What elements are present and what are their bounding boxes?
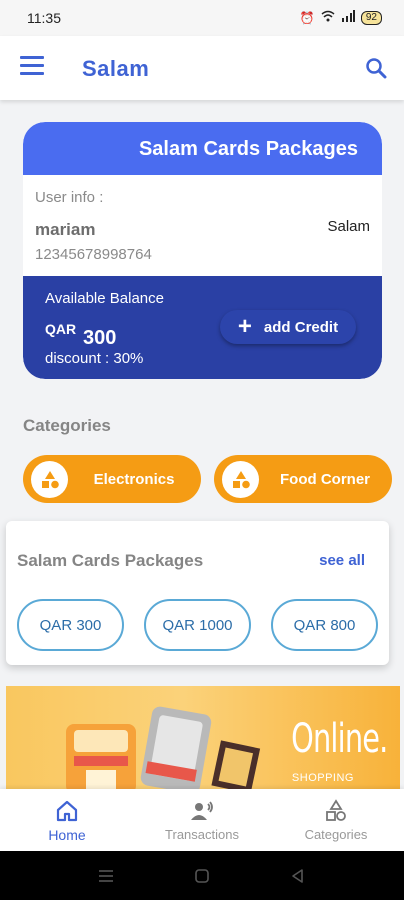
balance-label: Available Balance bbox=[45, 290, 164, 307]
search-icon[interactable] bbox=[364, 56, 388, 80]
nav-transactions-label: Transactions bbox=[165, 827, 239, 842]
status-icons: ⏰ 92 bbox=[300, 10, 382, 25]
battery-icon: 92 bbox=[360, 10, 382, 25]
user-name: mariam bbox=[35, 220, 96, 239]
packages-card: Salam Cards Packages see all QAR 300 QAR… bbox=[6, 521, 389, 665]
category-label: Electronics bbox=[93, 471, 175, 488]
category-food-corner-button[interactable]: Food Corner bbox=[214, 455, 392, 503]
add-credit-button[interactable]: + add Credit bbox=[220, 310, 356, 344]
transactions-icon bbox=[190, 799, 214, 823]
back-icon[interactable] bbox=[289, 867, 307, 885]
signal-icon bbox=[341, 10, 355, 25]
banner-text: Online. bbox=[291, 716, 389, 762]
categories-title: Categories bbox=[23, 416, 111, 435]
bottom-nav: Home Transactions Categories bbox=[0, 789, 404, 851]
category-electronics-button[interactable]: Electronics bbox=[23, 455, 201, 503]
packages-title: Salam Cards Packages bbox=[17, 551, 204, 570]
package-qar-800-button[interactable]: QAR 800 bbox=[271, 599, 378, 651]
categories-icon bbox=[324, 799, 348, 823]
user-phone: 12345678998764 bbox=[35, 246, 152, 263]
nav-categories-label: Categories bbox=[304, 827, 368, 842]
nav-home-label: Home bbox=[48, 827, 86, 843]
card-header-title: Salam Cards Packages bbox=[138, 138, 358, 160]
banner-subtext: SHOPPING bbox=[291, 772, 354, 784]
see-all-link[interactable]: see all bbox=[319, 552, 365, 569]
home-button-icon[interactable] bbox=[193, 867, 211, 885]
system-nav-bar bbox=[0, 851, 404, 900]
category-label: Food Corner bbox=[280, 471, 370, 488]
home-icon bbox=[55, 799, 79, 823]
package-qar-300-button[interactable]: QAR 300 bbox=[17, 599, 124, 651]
status-bar: 11:35 ⏰ 92 bbox=[0, 0, 404, 36]
package-qar-1000-button[interactable]: QAR 1000 bbox=[144, 599, 251, 651]
balance-currency: QAR bbox=[45, 321, 77, 337]
app-title: Salam bbox=[82, 56, 150, 81]
nav-categories[interactable]: Categories bbox=[269, 799, 403, 842]
discount-text: discount : 30% bbox=[45, 350, 144, 367]
card-header: Salam Cards Packages bbox=[23, 122, 382, 175]
store-illustration bbox=[66, 706, 261, 790]
wifi-icon bbox=[321, 10, 335, 25]
add-credit-label: add Credit bbox=[263, 318, 339, 336]
user-tag: Salam bbox=[327, 218, 370, 235]
shapes-icon bbox=[31, 461, 68, 498]
menu-icon[interactable] bbox=[20, 56, 44, 78]
alarm-icon: ⏰ bbox=[299, 10, 315, 25]
balance-amount: 300 bbox=[83, 327, 117, 349]
plus-icon: + bbox=[237, 313, 252, 340]
promo-banner[interactable]: Online. SHOPPING bbox=[6, 686, 400, 790]
nav-home[interactable]: Home bbox=[0, 799, 134, 843]
account-card: Salam Cards Packages User info : mariam … bbox=[23, 122, 382, 379]
shapes-icon bbox=[222, 461, 259, 498]
nav-transactions[interactable]: Transactions bbox=[135, 799, 269, 842]
status-time: 11:35 bbox=[27, 10, 61, 26]
recents-icon[interactable] bbox=[97, 867, 115, 885]
balance-box: Available Balance QAR 300 discount : 30%… bbox=[23, 276, 382, 379]
app-bar: Salam bbox=[0, 36, 404, 100]
user-info-label: User info : bbox=[35, 189, 104, 206]
